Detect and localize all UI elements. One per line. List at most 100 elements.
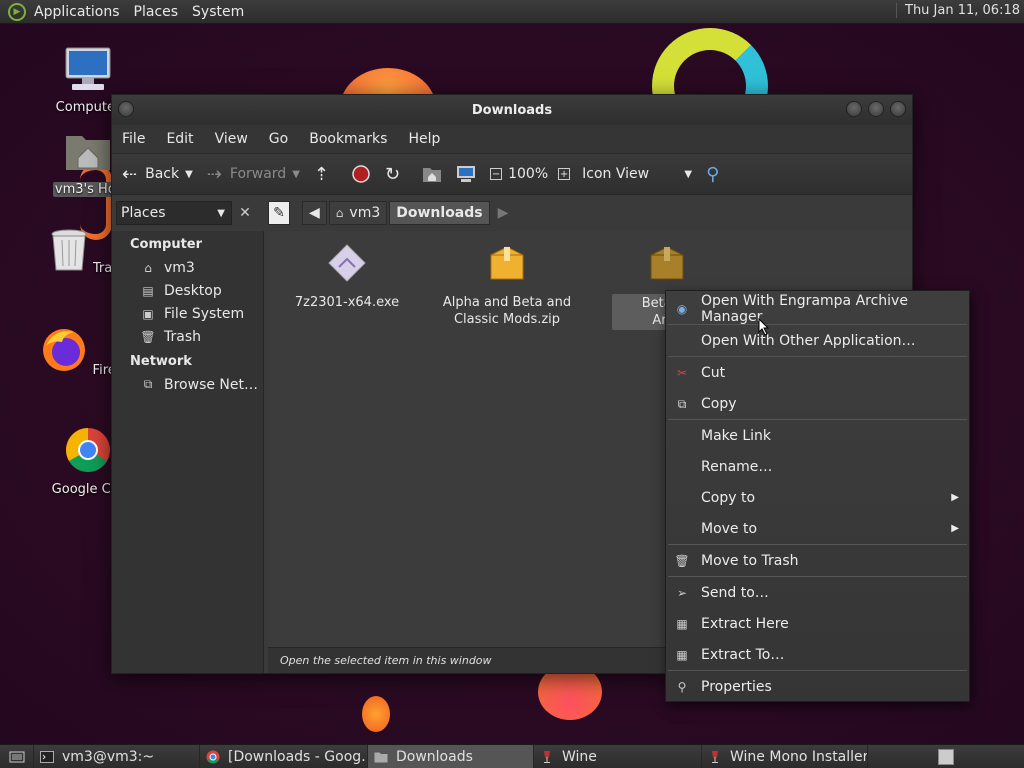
file-item-7z2301[interactable]: 7z2301-x64.exe xyxy=(282,243,412,311)
file-label: Alpha and Beta and Classic Mods.zip xyxy=(442,295,572,327)
system-menu[interactable]: System xyxy=(192,4,244,20)
properties-icon: ⚲ xyxy=(677,680,687,694)
chevron-down-icon[interactable]: ▼ xyxy=(292,169,300,180)
taskbar-item-wine-mono[interactable]: Wine Mono Installer xyxy=(702,744,868,768)
search-button[interactable]: ⚲ xyxy=(706,164,719,185)
close-icon[interactable] xyxy=(890,101,906,117)
window-menu-icon[interactable] xyxy=(118,101,134,117)
menu-item-extract-to[interactable]: ▦ Extract To… xyxy=(666,639,969,670)
home-folder-icon xyxy=(66,136,110,170)
top-panel: ▶ Applications Places System Thu Jan 11,… xyxy=(0,0,1024,24)
sidebar-item-browse-network[interactable]: ⧉ Browse Net… xyxy=(112,373,263,396)
close-sidebar-button[interactable]: ✕ xyxy=(234,201,256,225)
extract-icon: ▦ xyxy=(676,617,688,631)
mate-logo-icon[interactable]: ▶ xyxy=(8,2,26,21)
clock[interactable]: Thu Jan 11, 06:18 xyxy=(896,3,1020,18)
sidebar-type-select[interactable]: Places ▼ xyxy=(116,201,232,225)
home-button[interactable] xyxy=(422,165,442,183)
archive-icon xyxy=(490,246,524,280)
stop-icon xyxy=(352,165,370,183)
menu-item-rename[interactable]: Rename… xyxy=(666,451,969,482)
terminal-icon xyxy=(40,750,54,763)
taskbar-item-terminal[interactable]: vm3@vm3:~ xyxy=(34,744,200,768)
reload-button[interactable]: ↻ xyxy=(385,164,408,185)
taskbar-item-downloads[interactable]: Downloads xyxy=(368,744,534,768)
sidebar-heading-network: Network xyxy=(130,354,192,369)
scissors-icon: ✂ xyxy=(676,366,688,380)
submenu-arrow-icon: ▶ xyxy=(951,523,959,534)
show-desktop-button[interactable] xyxy=(0,744,34,768)
sidebar-item-desktop[interactable]: ▤ Desktop xyxy=(112,279,263,302)
up-button[interactable]: ⇡ xyxy=(314,164,337,185)
menu-file[interactable]: File xyxy=(122,131,145,147)
menu-go[interactable]: Go xyxy=(269,131,288,147)
menu-item-move-to[interactable]: Move to ▶ xyxy=(666,513,969,544)
places-sidebar: Computer ⌂ vm3 ▤ Desktop ▣ File System 🗑… xyxy=(112,231,264,673)
zoom-in-icon: + xyxy=(558,168,571,180)
toggle-location-entry-button[interactable]: ✎ xyxy=(268,201,290,225)
firefox-icon xyxy=(43,329,86,371)
menu-item-open-with-other[interactable]: Open With Other Application… xyxy=(666,325,969,356)
drive-icon: ▣ xyxy=(142,306,154,321)
show-desktop-icon xyxy=(9,751,24,762)
back-button[interactable]: ⇠ Back ▼ xyxy=(122,164,193,185)
sidebar-item-trash[interactable]: 🗑 Trash xyxy=(112,325,263,348)
send-icon: ➢ xyxy=(676,586,688,600)
home-icon: ⌂ xyxy=(144,260,152,275)
workspace-switcher[interactable] xyxy=(938,745,958,768)
context-menu: ◉ Open With Engrampa Archive Manager Ope… xyxy=(665,290,970,702)
menu-item-copy[interactable]: ⧉ Copy xyxy=(666,388,969,419)
menu-item-copy-to[interactable]: Copy to ▶ xyxy=(666,482,969,513)
sidebar-heading-computer: Computer xyxy=(130,237,203,252)
bottom-panel: vm3@vm3:~ [Downloads - Goog… Downloads W… xyxy=(0,744,1024,768)
window-title: Downloads xyxy=(471,102,553,118)
taskbar-item-wine[interactable]: Wine xyxy=(534,744,702,768)
back-arrow-icon: ⇠ xyxy=(122,163,138,185)
forward-button[interactable]: ⇢ Forward ▼ xyxy=(207,164,300,185)
applications-menu[interactable]: Applications xyxy=(34,4,120,20)
menu-edit[interactable]: Edit xyxy=(166,131,193,147)
search-icon: ⚲ xyxy=(706,163,720,185)
zoom-out-button[interactable]: − xyxy=(490,168,503,180)
menu-help[interactable]: Help xyxy=(408,131,440,147)
window-titlebar[interactable]: Downloads xyxy=(112,95,912,125)
computer-button[interactable] xyxy=(456,165,476,183)
extract-icon: ▦ xyxy=(676,648,688,662)
maximize-icon[interactable] xyxy=(868,101,884,117)
menu-item-send-to[interactable]: ➢ Send to… xyxy=(666,577,969,608)
archive-icon xyxy=(650,246,684,280)
network-icon: ⧉ xyxy=(143,377,153,391)
chevron-down-icon: ▼ xyxy=(217,207,225,219)
minimize-icon[interactable] xyxy=(846,101,862,117)
wallpaper-shape xyxy=(362,696,390,732)
sidebar-item-vm3[interactable]: ⌂ vm3 xyxy=(112,256,263,279)
stop-button[interactable] xyxy=(351,164,371,184)
menu-item-properties[interactable]: ⚲ Properties xyxy=(666,671,969,702)
taskbar-item-chrome[interactable]: [Downloads - Goog… xyxy=(200,744,368,768)
menu-item-extract-here[interactable]: ▦ Extract Here xyxy=(666,608,969,639)
places-menu[interactable]: Places xyxy=(134,4,179,20)
path-scroll-right-button[interactable]: ▶ xyxy=(492,201,515,225)
up-arrow-icon: ⇡ xyxy=(313,163,329,185)
engrampa-icon: ◉ xyxy=(676,302,688,316)
path-scroll-left-button[interactable]: ◀ xyxy=(302,201,327,225)
file-item-alpha-beta-mods[interactable]: Alpha and Beta and Classic Mods.zip xyxy=(442,243,572,328)
path-button-downloads[interactable]: Downloads xyxy=(389,201,490,225)
location-bar: Places ▼ ✕ ✎ ◀ ⌂ vm3 Downloads ▶ xyxy=(112,195,912,231)
zoom-in-button[interactable]: + xyxy=(558,168,571,180)
computer-icon xyxy=(65,47,111,90)
chrome-icon xyxy=(206,750,220,763)
sidebar-item-file-system[interactable]: ▣ File System xyxy=(112,302,263,325)
chevron-down-icon[interactable]: ▼ xyxy=(185,169,193,180)
path-button-vm3[interactable]: ⌂ vm3 xyxy=(328,201,388,225)
menu-item-make-link[interactable]: Make Link xyxy=(666,420,969,451)
menu-item-cut[interactable]: ✂ Cut xyxy=(666,357,969,388)
menu-view[interactable]: View xyxy=(215,131,248,147)
menu-item-move-to-trash[interactable]: 🗑 Move to Trash xyxy=(666,545,969,576)
folder-icon xyxy=(374,752,388,762)
chrome-icon xyxy=(66,428,110,472)
menu-bookmarks[interactable]: Bookmarks xyxy=(309,131,387,147)
trash-icon xyxy=(51,229,87,271)
view-mode-select[interactable]: Icon View ▼ xyxy=(582,166,692,182)
menu-item-open-with-engrampa[interactable]: ◉ Open With Engrampa Archive Manager xyxy=(666,293,969,325)
